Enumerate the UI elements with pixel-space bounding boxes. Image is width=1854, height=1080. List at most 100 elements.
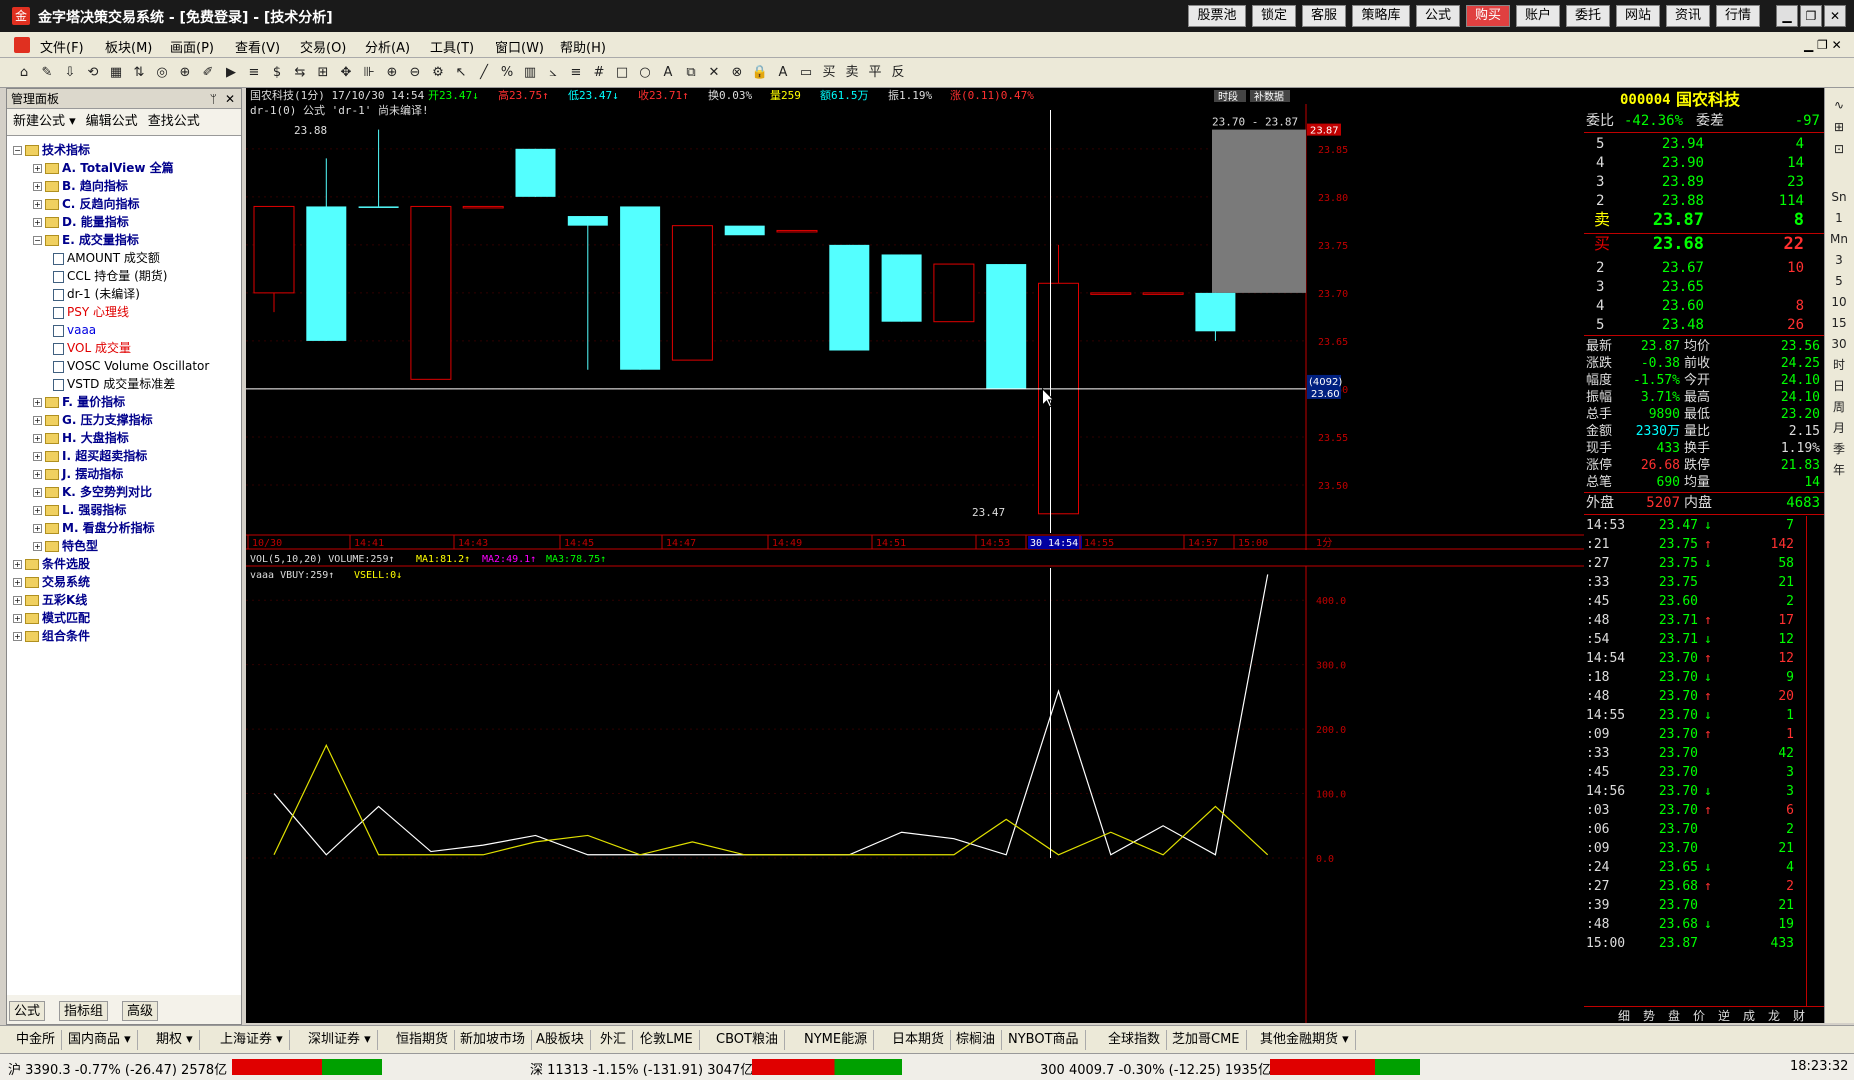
top-btn-3[interactable]: 策略库 <box>1352 5 1410 27</box>
market-tab-2[interactable]: 期权 ▾ <box>150 1030 200 1050</box>
toolbar-tool-icon-13[interactable]: ⊞ <box>313 63 333 83</box>
tree-item[interactable]: + I. 超买超卖指标 <box>33 448 147 464</box>
top-btn-0[interactable]: 股票池 <box>1188 5 1246 27</box>
tree-item[interactable]: + M. 看盘分析指标 <box>33 520 155 536</box>
tree-item[interactable]: + J. 摆动指标 <box>33 466 123 482</box>
period-btn-3[interactable]: 3 <box>1829 251 1849 269</box>
menu-item-8[interactable]: 帮助(H) <box>560 37 606 56</box>
top-btn-5[interactable]: 购买 <box>1466 5 1510 27</box>
expand-icon[interactable]: + <box>13 596 22 605</box>
top-btn-7[interactable]: 委托 <box>1566 5 1610 27</box>
quote-tab-1[interactable]: 势 <box>1643 1007 1655 1023</box>
market-tab-3[interactable]: 上海证券 ▾ <box>214 1030 290 1050</box>
tree-item[interactable]: − 技术指标 <box>13 142 90 158</box>
menu-item-2[interactable]: 画面(P) <box>170 37 214 56</box>
toolbar-tool-icon-19[interactable]: ↖ <box>451 63 471 83</box>
top-btn-10[interactable]: 行情 <box>1716 5 1760 27</box>
toolbar-tool-icon-0[interactable]: ⌂ <box>14 63 34 83</box>
tree-item[interactable]: PSY 心理线 <box>53 304 129 320</box>
tree-item[interactable]: + 组合条件 <box>13 628 90 644</box>
toolbar-tool-icon-4[interactable]: ▦ <box>106 63 126 83</box>
market-tab-6[interactable]: 新加坡市场 <box>454 1030 533 1050</box>
tree-item[interactable]: + L. 强弱指标 <box>33 502 126 518</box>
expand-icon[interactable]: + <box>33 488 42 497</box>
toolbar-tool-icon-36[interactable]: 卖 <box>842 63 862 83</box>
formula-action-0[interactable]: 新建公式 ▾ <box>13 114 76 129</box>
expand-icon[interactable]: + <box>33 506 42 515</box>
period-btn-13[interactable]: 年 <box>1829 461 1849 479</box>
toolbar-tool-icon-33[interactable]: A <box>773 63 793 83</box>
menu-item-3[interactable]: 查看(V) <box>235 37 280 56</box>
toolbar-tool-icon-5[interactable]: ⇅ <box>129 63 149 83</box>
tree-item[interactable]: + K. 多空势判对比 <box>33 484 152 500</box>
quote-tab-3[interactable]: 价 <box>1693 1007 1705 1023</box>
market-tab-10[interactable]: CBOT粮油 <box>710 1030 785 1050</box>
period-btn-11[interactable]: 月 <box>1829 419 1849 437</box>
top-btn-6[interactable]: 账户 <box>1516 5 1560 27</box>
toolbar-tool-icon-31[interactable]: ⊗ <box>727 63 747 83</box>
tree-item[interactable]: + 模式匹配 <box>13 610 90 626</box>
market-tab-15[interactable]: 全球指数 <box>1102 1030 1168 1050</box>
panel-pin-icon[interactable]: ᛘ <box>210 89 217 109</box>
expand-icon[interactable]: + <box>33 542 42 551</box>
tree-item[interactable]: vaaa <box>53 322 96 338</box>
tree-item[interactable]: VOSC Volume Oscillator <box>53 358 209 374</box>
toolbar-tool-icon-11[interactable]: $ <box>267 63 287 83</box>
market-tab-12[interactable]: 日本期货 <box>886 1030 952 1050</box>
toolbar-tool-icon-1[interactable]: ✎ <box>37 63 57 83</box>
tree-item[interactable]: + F. 量价指标 <box>33 394 125 410</box>
market-tab-9[interactable]: 伦敦LME <box>634 1030 700 1050</box>
expand-icon[interactable]: + <box>33 398 42 407</box>
toolbar-tool-icon-26[interactable]: □ <box>612 63 632 83</box>
expand-icon[interactable]: + <box>33 470 42 479</box>
tree-item[interactable]: + 特色型 <box>33 538 98 554</box>
panel-close-icon[interactable]: ✕ <box>225 89 235 109</box>
expand-icon[interactable]: + <box>33 524 42 533</box>
toolbar-tool-icon-17[interactable]: ⊖ <box>405 63 425 83</box>
top-btn-8[interactable]: 网站 <box>1616 5 1660 27</box>
tree-item[interactable]: VSTD 成交量标准差 <box>53 376 175 392</box>
tree-item[interactable]: AMOUNT 成交额 <box>53 250 160 266</box>
strip-tool-icon[interactable]: ⊡ <box>1829 140 1849 158</box>
market-tab-4[interactable]: 深圳证券 ▾ <box>302 1030 378 1050</box>
toolbar-tool-icon-35[interactable]: 买 <box>819 63 839 83</box>
expand-icon[interactable]: + <box>13 632 22 641</box>
tree-item[interactable]: CCL 持仓量 (期货) <box>53 268 167 284</box>
panel-tab-2[interactable]: 高级 <box>122 1001 159 1021</box>
menu-item-7[interactable]: 窗口(W) <box>495 37 544 56</box>
market-tab-14[interactable]: NYBOT商品 <box>1002 1030 1086 1050</box>
toolbar-tool-icon-29[interactable]: ⧉ <box>681 63 701 83</box>
expand-icon[interactable]: + <box>13 560 22 569</box>
toolbar-tool-icon-24[interactable]: ≡ <box>566 63 586 83</box>
expand-icon[interactable]: + <box>33 200 42 209</box>
toolbar-tool-icon-37[interactable]: 平 <box>865 63 885 83</box>
toolbar-tool-icon-22[interactable]: ▥ <box>520 63 540 83</box>
toolbar-tool-icon-34[interactable]: ▭ <box>796 63 816 83</box>
chart-area[interactable]: 国农科技(1分) 17/10/30 14:54 开23.47↓ 高23.75↑ 低23… <box>246 88 1584 1023</box>
tree-item[interactable]: + H. 大盘指标 <box>33 430 129 446</box>
expand-icon[interactable]: + <box>33 416 42 425</box>
period-btn-6[interactable]: 15 <box>1829 314 1849 332</box>
period-btn-2[interactable]: Mn <box>1829 230 1849 248</box>
toolbar-tool-icon-38[interactable]: 反 <box>888 63 908 83</box>
tick-scrollbar[interactable] <box>1806 516 1820 1006</box>
quote-tab-7[interactable]: 财 <box>1793 1007 1805 1023</box>
period-btn-10[interactable]: 周 <box>1829 398 1849 416</box>
toolbar-tool-icon-3[interactable]: ⟲ <box>83 63 103 83</box>
quote-tab-2[interactable]: 盘 <box>1668 1007 1680 1023</box>
menu-item-6[interactable]: 工具(T) <box>430 37 474 56</box>
tree-item[interactable]: + 五彩K线 <box>13 592 87 608</box>
toolbar-tool-icon-25[interactable]: # <box>589 63 609 83</box>
top-btn-4[interactable]: 公式 <box>1416 5 1460 27</box>
tree-item[interactable]: + 交易系统 <box>13 574 90 590</box>
toolbar-tool-icon-18[interactable]: ⚙ <box>428 63 448 83</box>
market-tab-17[interactable]: 其他金融期货 ▾ <box>1254 1030 1356 1050</box>
formula-action-1[interactable]: 编辑公式 <box>86 114 138 129</box>
tree-item[interactable]: + C. 反趋向指标 <box>33 196 140 212</box>
expand-icon[interactable]: + <box>33 164 42 173</box>
formula-action-2[interactable]: 查找公式 <box>148 114 200 129</box>
top-btn-9[interactable]: 资讯 <box>1666 5 1710 27</box>
minimize-icon[interactable]: ▁ <box>1776 5 1798 27</box>
expand-icon[interactable]: + <box>13 578 22 587</box>
quote-tab-6[interactable]: 龙 <box>1768 1007 1780 1023</box>
